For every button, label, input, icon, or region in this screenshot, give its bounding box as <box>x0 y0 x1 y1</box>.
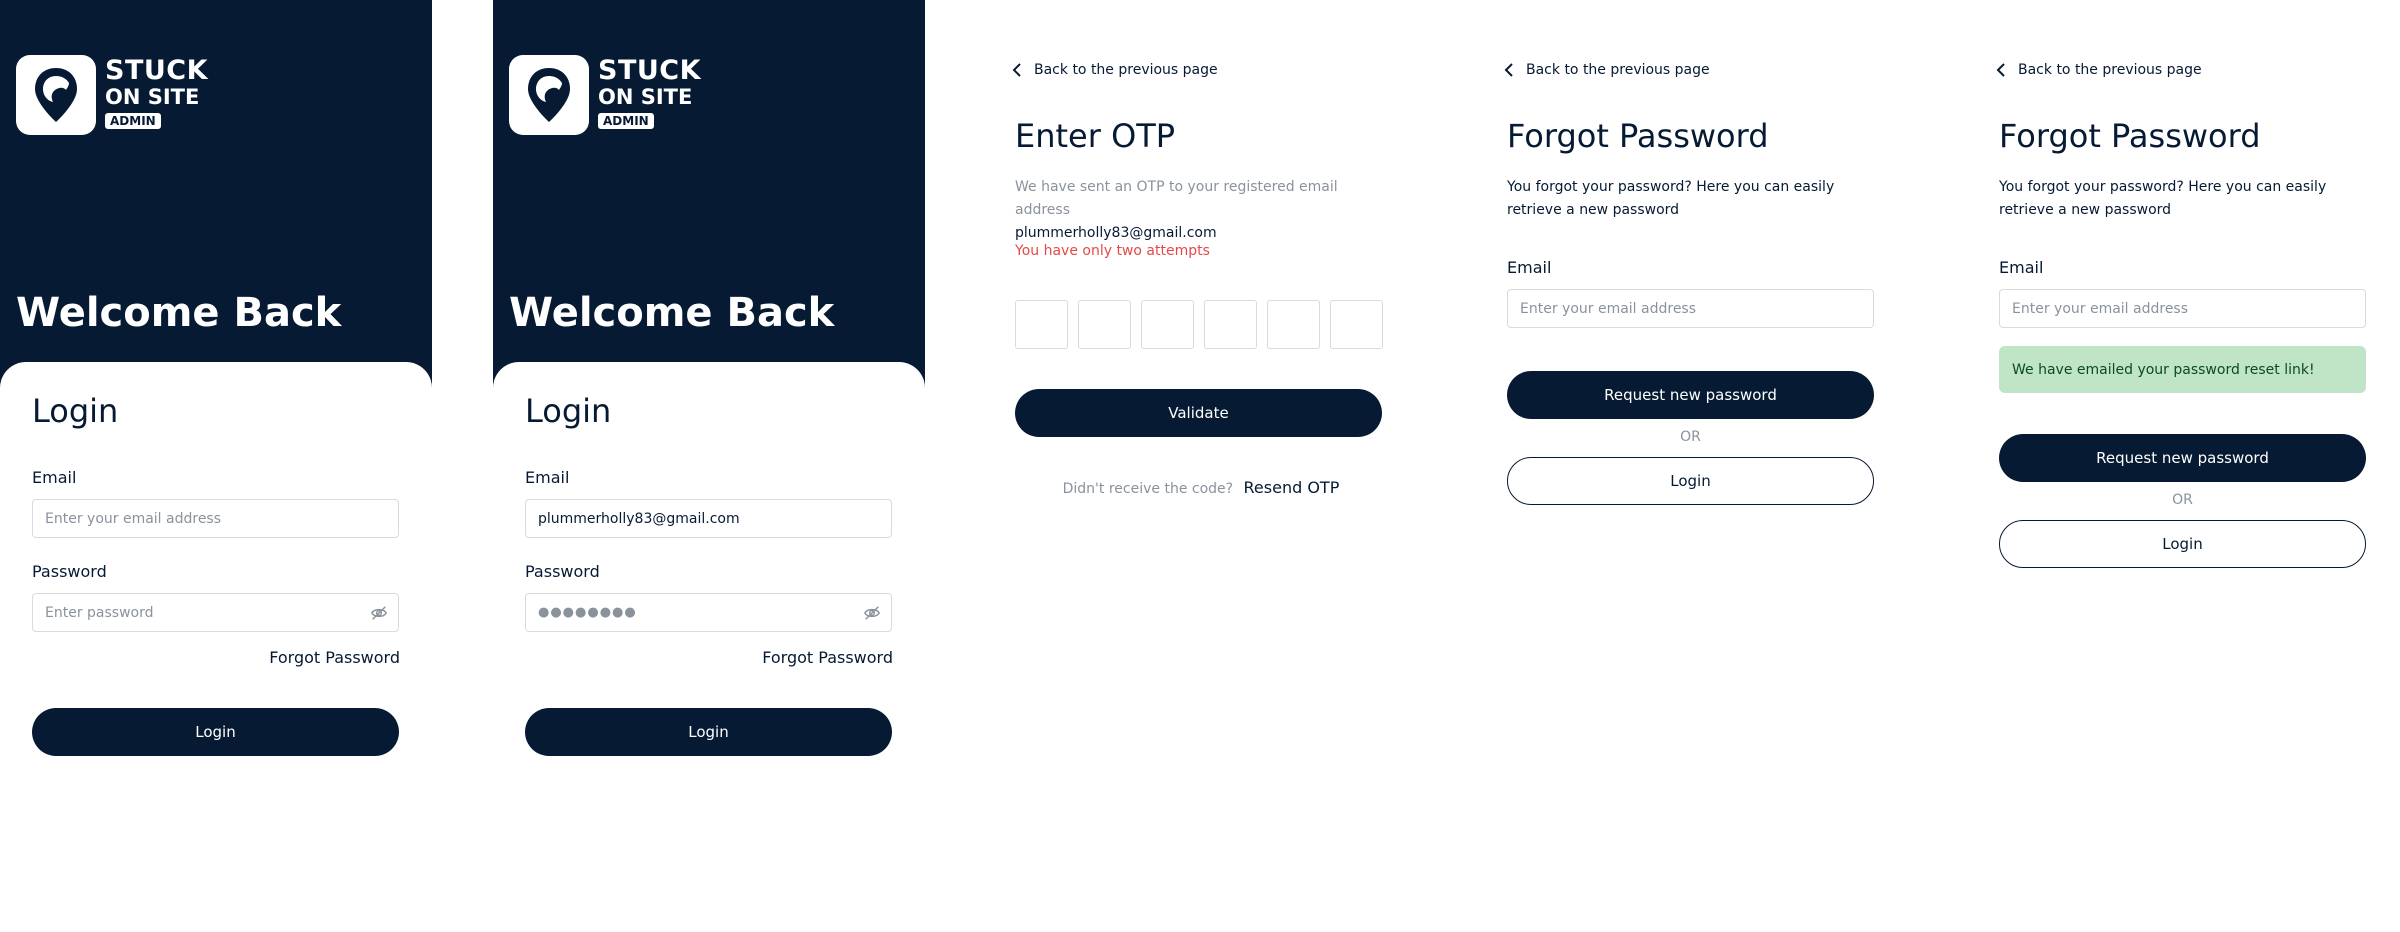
resend-otp-link[interactable]: Resend OTP <box>1244 478 1340 497</box>
chevron-left-icon <box>1012 63 1021 77</box>
back-link[interactable]: Back to the previous page <box>1996 62 2202 78</box>
request-new-password-button[interactable]: Request new password <box>1507 371 1874 419</box>
otp-description: We have sent an OTP to your registered e… <box>1015 176 1387 245</box>
login-button[interactable]: Login <box>1507 457 1874 505</box>
password-input[interactable]: ●●●●●●●● <box>525 593 892 632</box>
brand-line1: STUCK <box>105 55 209 86</box>
email-input[interactable]: plummerholly83@gmail.com <box>525 499 892 538</box>
email-label: Email <box>1507 258 1552 277</box>
location-pin-icon <box>509 55 589 135</box>
otp-email: plummerholly83@gmail.com <box>1015 225 1217 241</box>
email-input[interactable]: Enter your email address <box>32 499 399 538</box>
success-alert: We have emailed your password reset link… <box>1999 346 2366 393</box>
email-placeholder: Enter your email address <box>45 510 222 527</box>
otp-digit-input[interactable] <box>1015 300 1068 349</box>
email-input[interactable]: Enter your email address <box>1999 289 2366 328</box>
brand-logo: STUCK ON SITE ADMIN <box>16 55 208 135</box>
forgot-password-sent-screen: Back to the previous page Forgot Passwor… <box>1969 0 2400 932</box>
login-hero: STUCK ON SITE ADMIN Welcome Back <box>0 0 432 400</box>
email-placeholder: Enter your email address <box>2012 300 2189 317</box>
forgot-password-screen: Back to the previous page Forgot Passwor… <box>1477 0 1909 932</box>
back-link-label: Back to the previous page <box>1034 62 1218 78</box>
back-link[interactable]: Back to the previous page <box>1012 62 1218 78</box>
otp-digit-input[interactable] <box>1078 300 1131 349</box>
attempts-warning: You have only two attempts <box>1015 243 1210 259</box>
eye-off-icon[interactable] <box>370 604 388 622</box>
resend-row: Didn't receive the code? Resend OTP <box>985 478 1417 497</box>
otp-digit-input[interactable] <box>1267 300 1320 349</box>
or-divider: OR <box>1680 429 1701 445</box>
login-button[interactable]: Login <box>1999 520 2366 568</box>
login-screen-filled: STUCK ON SITE ADMIN Welcome Back Login E… <box>493 0 925 932</box>
or-divider: OR <box>2172 492 2193 508</box>
login-button[interactable]: Login <box>525 708 892 756</box>
brand-line2: ON SITE <box>105 85 200 109</box>
forgot-description: You forgot your password? Here you can e… <box>1507 179 1835 218</box>
forgot-description: You forgot your password? Here you can e… <box>1999 179 2327 218</box>
page-title: Enter OTP <box>1015 117 1176 155</box>
brand-wordmark: STUCK ON SITE ADMIN <box>598 57 701 129</box>
password-placeholder: Enter password <box>45 604 154 621</box>
login-card <box>0 362 432 932</box>
login-heading: Login <box>32 392 119 430</box>
login-card <box>493 362 925 932</box>
brand-line1: STUCK <box>598 55 702 86</box>
email-value: plummerholly83@gmail.com <box>538 510 740 527</box>
login-button[interactable]: Login <box>32 708 399 756</box>
chevron-left-icon <box>1504 63 1513 77</box>
email-label: Email <box>32 468 77 487</box>
chevron-left-icon <box>1996 63 2005 77</box>
otp-inputs <box>1015 300 1383 349</box>
resend-prompt: Didn't receive the code? <box>1062 481 1234 497</box>
admin-badge: ADMIN <box>598 113 654 129</box>
email-input[interactable]: Enter your email address <box>1507 289 1874 328</box>
welcome-heading: Welcome Back <box>16 290 342 336</box>
brand-wordmark: STUCK ON SITE ADMIN <box>105 57 208 129</box>
login-hero: STUCK ON SITE ADMIN Welcome Back <box>493 0 925 400</box>
admin-badge: ADMIN <box>105 113 161 129</box>
otp-digit-input[interactable] <box>1330 300 1383 349</box>
otp-digit-input[interactable] <box>1141 300 1194 349</box>
back-link[interactable]: Back to the previous page <box>1504 62 1710 78</box>
password-value: ●●●●●●●● <box>538 605 637 620</box>
email-label: Email <box>525 468 570 487</box>
eye-off-icon[interactable] <box>863 604 881 622</box>
email-placeholder: Enter your email address <box>1520 300 1697 317</box>
page-title: Forgot Password <box>1999 117 2261 155</box>
back-link-label: Back to the previous page <box>2018 62 2202 78</box>
location-pin-icon <box>16 55 96 135</box>
email-label: Email <box>1999 258 2044 277</box>
back-link-label: Back to the previous page <box>1526 62 1710 78</box>
welcome-heading: Welcome Back <box>509 290 835 336</box>
otp-digit-input[interactable] <box>1204 300 1257 349</box>
brand-line2: ON SITE <box>598 85 693 109</box>
password-input[interactable]: Enter password <box>32 593 399 632</box>
validate-button[interactable]: Validate <box>1015 389 1382 437</box>
forgot-password-link[interactable]: Forgot Password <box>269 648 400 667</box>
page-title: Forgot Password <box>1507 117 1769 155</box>
login-heading: Login <box>525 392 612 430</box>
request-new-password-button[interactable]: Request new password <box>1999 434 2366 482</box>
otp-screen: Back to the previous page Enter OTP We h… <box>985 0 1417 932</box>
brand-logo: STUCK ON SITE ADMIN <box>509 55 701 135</box>
login-screen-empty: STUCK ON SITE ADMIN Welcome Back Login E… <box>0 0 432 932</box>
password-label: Password <box>32 562 107 581</box>
forgot-password-link[interactable]: Forgot Password <box>762 648 893 667</box>
password-label: Password <box>525 562 600 581</box>
otp-sent-text: We have sent an OTP to your registered e… <box>1015 179 1338 218</box>
